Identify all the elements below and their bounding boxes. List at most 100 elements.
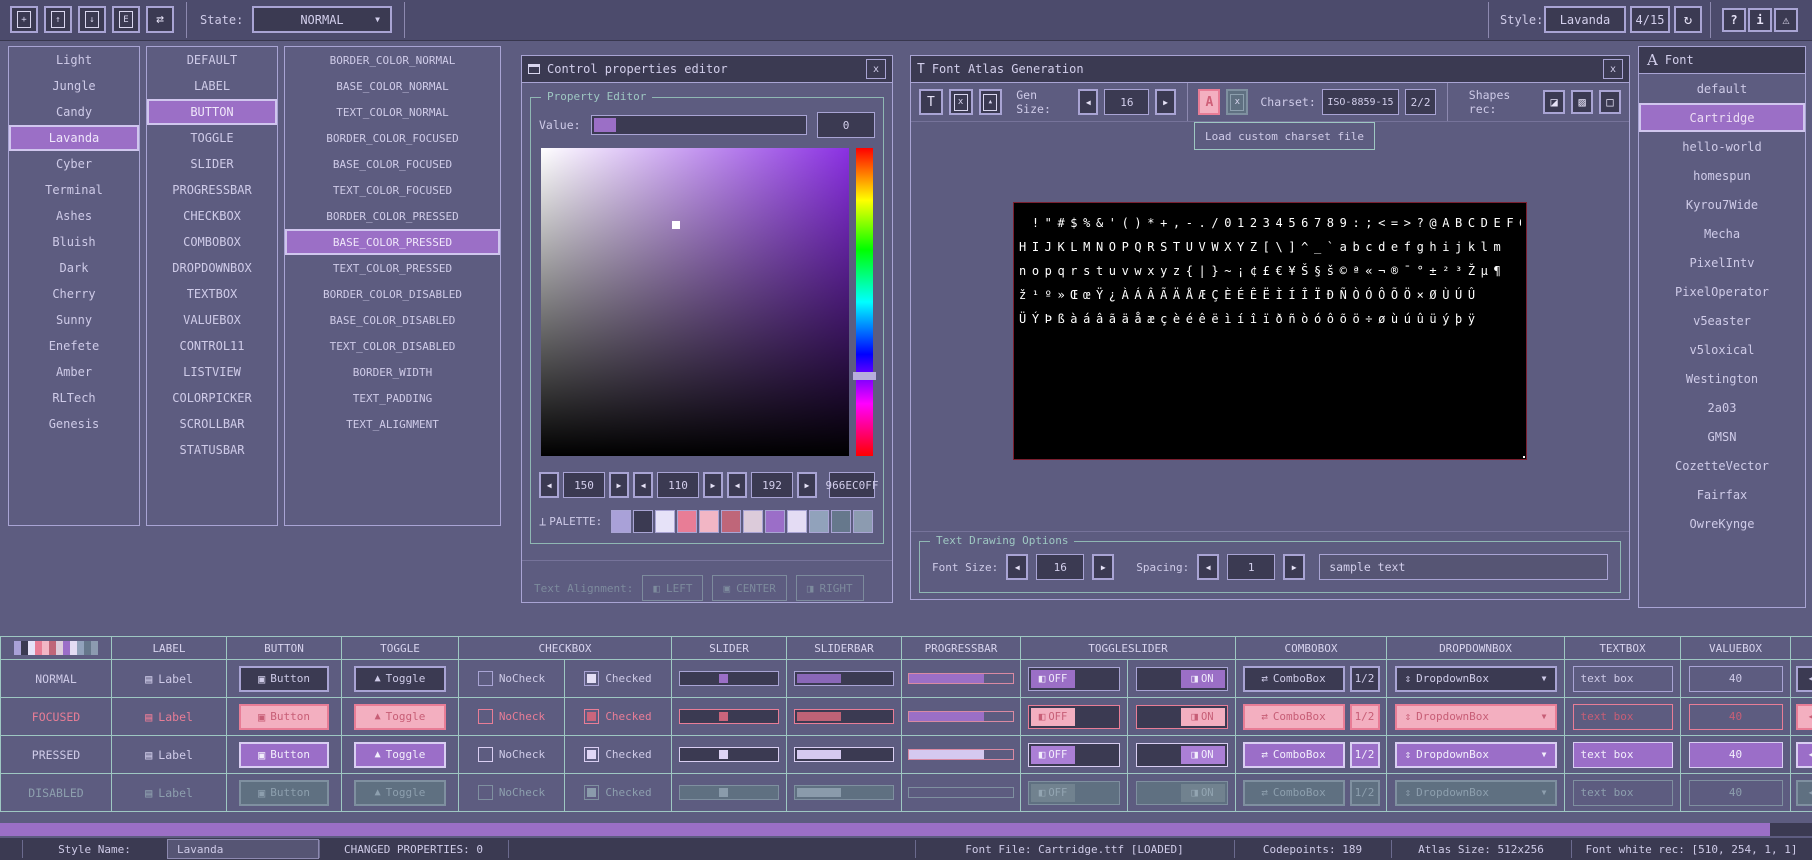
font-list-item[interactable]: OwreKynge [1639,509,1805,538]
sample-text-input[interactable]: sample text [1319,554,1608,580]
reload-style-button[interactable] [1674,6,1702,33]
style-list-item[interactable]: Dark [9,255,139,281]
checkbox-checked[interactable]: Checked [584,709,651,724]
valuebox-widget[interactable]: 40 [1689,666,1783,692]
issue-button[interactable] [1774,8,1798,32]
property-list-item[interactable]: BASE_COLOR_DISABLED [285,307,500,333]
valuebox-widget[interactable]: 40 [1689,780,1783,806]
align-right-button[interactable]: RIGHT [796,575,864,601]
spinner-left-button[interactable] [1796,780,1812,806]
valuebox-widget[interactable]: 40 [1689,704,1783,730]
green-decrement-button[interactable] [633,472,653,498]
checkbox-unchecked[interactable]: NoCheck [478,747,545,762]
palette-swatch[interactable] [77,641,84,655]
blue-increment-button[interactable] [797,472,817,498]
control-list-item[interactable]: DROPDOWNBOX [147,255,277,281]
palette-swatch[interactable] [743,510,763,533]
help-button[interactable] [1722,8,1746,32]
palette-swatch[interactable] [831,510,851,533]
slider-widget[interactable] [679,709,779,724]
style-list-item[interactable]: Genesis [9,411,139,437]
font-size-decrement[interactable] [1006,554,1028,580]
font-list-item[interactable]: default [1639,74,1805,103]
export-style-button[interactable] [112,6,140,33]
style-list-item[interactable]: Sunny [9,307,139,333]
style-list-item[interactable]: Cherry [9,281,139,307]
slider-widget[interactable] [679,747,779,762]
palette-swatch[interactable] [28,641,35,655]
slider-widget[interactable] [679,785,779,800]
toggle-widget[interactable]: Toggle [354,742,446,768]
control-list-item[interactable]: LABEL [147,73,277,99]
combobox-widget[interactable]: ComboBox [1243,780,1345,806]
properties-editor-titlebar[interactable]: Control properties editor [522,56,892,83]
control-list-item[interactable]: STATUSBAR [147,437,277,463]
hue-bar[interactable] [856,148,873,456]
palette-swatch[interactable] [809,510,829,533]
style-list-item[interactable]: Bluish [9,229,139,255]
spinner-left-button[interactable] [1796,742,1812,768]
font-list-item[interactable]: 2a03 [1639,393,1805,422]
button-widget[interactable]: Button [239,742,329,768]
random-style-button[interactable] [146,6,174,33]
font-text-button[interactable] [919,89,943,115]
style-list-item[interactable]: Enefete [9,333,139,359]
dropdownbox-widget[interactable]: DropdownBox [1395,780,1557,806]
control-list-item[interactable]: PROGRESSBAR [147,177,277,203]
checkbox-icon[interactable] [584,671,599,686]
toggleslider-off[interactable]: OFF [1028,667,1120,691]
combobox-index[interactable]: 1/2 [1350,742,1380,768]
property-list-item[interactable]: TEXT_COLOR_DISABLED [285,333,500,359]
slider-thumb[interactable] [719,712,728,721]
palette-swatch[interactable] [70,641,77,655]
checkbox-icon[interactable] [478,709,493,724]
hex-color-box[interactable]: 966EC0FF [829,472,875,498]
dropdownbox-widget[interactable]: DropdownBox [1395,742,1557,768]
shapes-rec-button-1[interactable] [1543,90,1565,114]
palette-swatch[interactable] [84,641,91,655]
font-list-item[interactable]: Westington [1639,364,1805,393]
control-list-item[interactable]: COLORPICKER [147,385,277,411]
green-value-box[interactable]: 110 [657,472,699,498]
font-list-item[interactable]: CozetteVector [1639,451,1805,480]
bottom-scrollbar[interactable] [0,823,1770,836]
property-list-item[interactable]: BORDER_COLOR_PRESSED [285,203,500,229]
value-box[interactable]: 0 [817,112,875,138]
palette-swatch[interactable] [721,510,741,533]
control-list-item[interactable]: CHECKBOX [147,203,277,229]
palette-swatch[interactable] [63,641,70,655]
load-charset-button[interactable] [1198,89,1220,115]
spacing-box[interactable]: 1 [1227,554,1275,580]
sliderbar-widget[interactable] [794,747,894,762]
slider-widget[interactable] [679,671,779,686]
green-increment-button[interactable] [703,472,723,498]
dropdownbox-widget[interactable]: DropdownBox [1395,666,1557,692]
toggleslider-on[interactable]: ON [1136,667,1228,691]
palette-swatch[interactable] [677,510,697,533]
control-list-item[interactable]: SCROLLBAR [147,411,277,437]
palette-swatch[interactable] [853,510,873,533]
textbox-widget[interactable]: text box [1573,704,1673,730]
palette-swatch[interactable] [91,641,98,655]
font-size-box[interactable]: 16 [1036,554,1084,580]
textbox-widget[interactable]: text box [1573,780,1673,806]
palette-swatch[interactable] [655,510,675,533]
textbox-widget[interactable]: text box [1573,666,1673,692]
control-list-item[interactable]: CONTROL11 [147,333,277,359]
shapes-rec-button-3[interactable] [1599,90,1621,114]
blue-value-box[interactable]: 192 [751,472,793,498]
control-list-item[interactable]: COMBOBOX [147,229,277,255]
toggle-widget[interactable]: Toggle [354,780,446,806]
font-list-item[interactable]: hello-world [1639,132,1805,161]
palette-swatch[interactable] [56,641,63,655]
control-list-item[interactable]: LISTVIEW [147,359,277,385]
checkbox-icon[interactable] [584,709,599,724]
palette-swatch[interactable] [633,510,653,533]
toggle-widget[interactable]: Toggle [354,704,446,730]
style-list-item[interactable]: Ashes [9,203,139,229]
toggleslider-off[interactable]: OFF [1028,781,1120,805]
slider-thumb[interactable] [719,674,728,683]
property-list-item[interactable]: TEXT_COLOR_NORMAL [285,99,500,125]
checkbox-unchecked[interactable]: NoCheck [478,671,545,686]
property-list-item[interactable]: BORDER_COLOR_NORMAL [285,47,500,73]
